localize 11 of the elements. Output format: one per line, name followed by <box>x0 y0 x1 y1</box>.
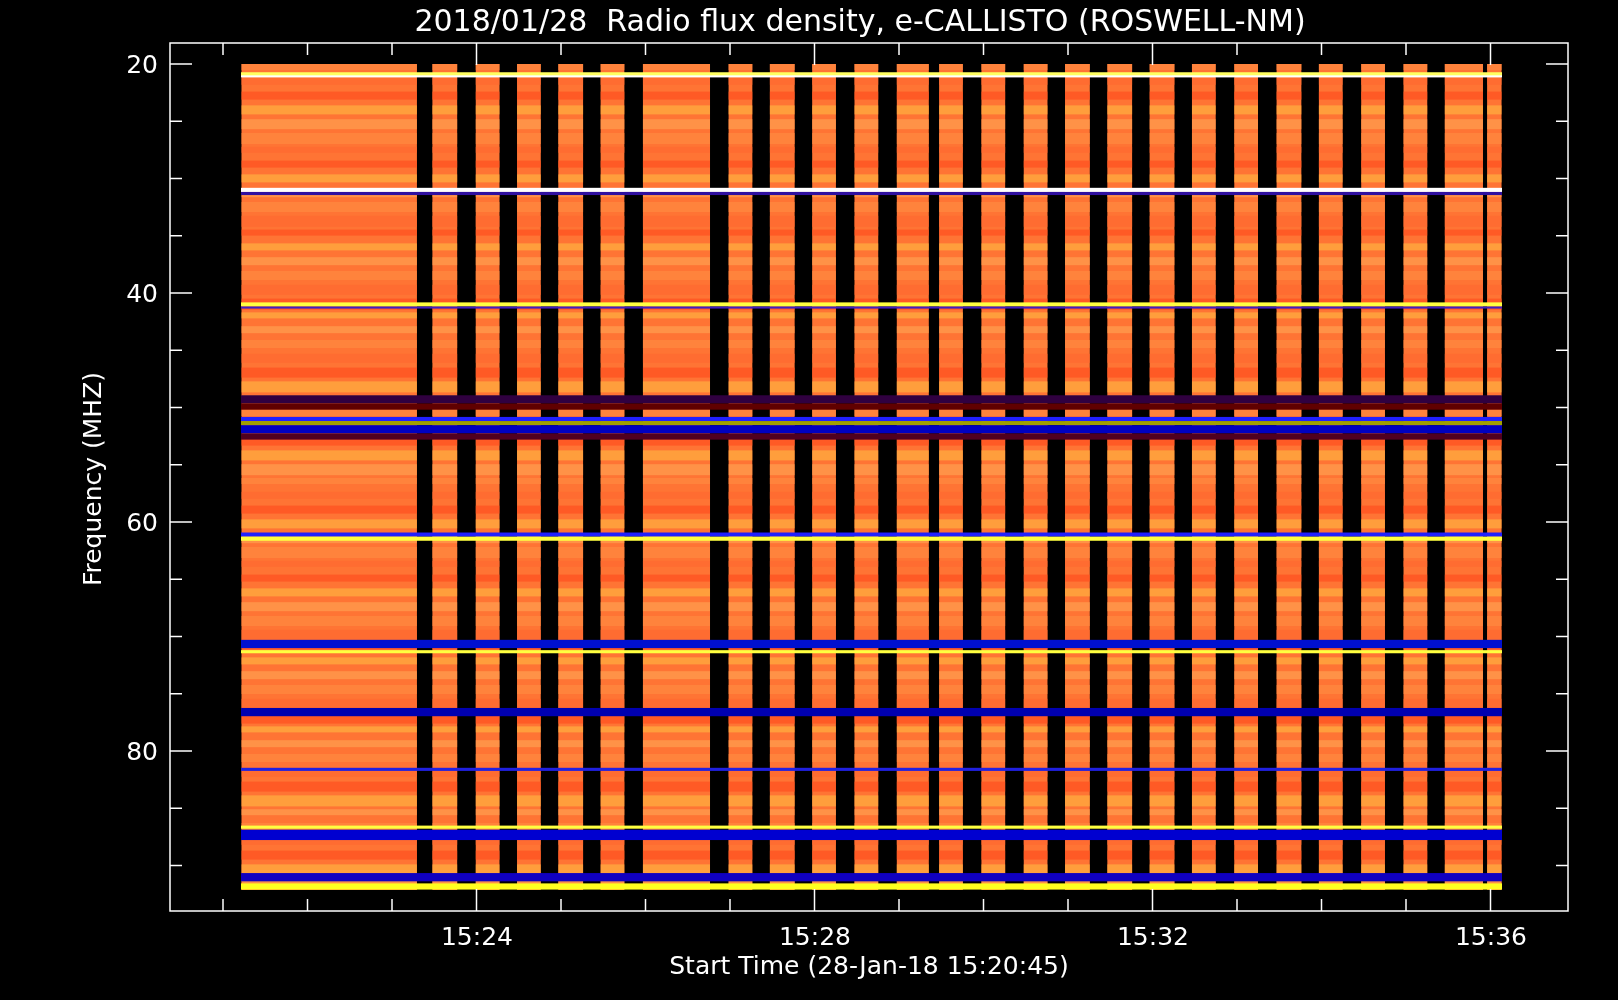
chart-title: 2018/01/28 Radio flux density, e-CALLISTO (ROSWELL-NM) <box>414 3 1306 38</box>
y-tick-label: 20 <box>126 50 158 79</box>
x-axis-label: Start Time (28-Jan-18 15:20:45) <box>669 951 1069 980</box>
x-tick-label: 15:24 <box>441 922 513 951</box>
x-tick-label: 15:32 <box>1117 922 1189 951</box>
y-tick-label: 40 <box>126 279 158 308</box>
y-axis-label: Frequency (MHZ) <box>78 371 107 587</box>
y-tick-label: 80 <box>126 737 158 766</box>
x-tick-label: 15:36 <box>1455 922 1527 951</box>
y-tick-label: 60 <box>126 508 158 537</box>
x-tick-label: 15:28 <box>779 922 851 951</box>
